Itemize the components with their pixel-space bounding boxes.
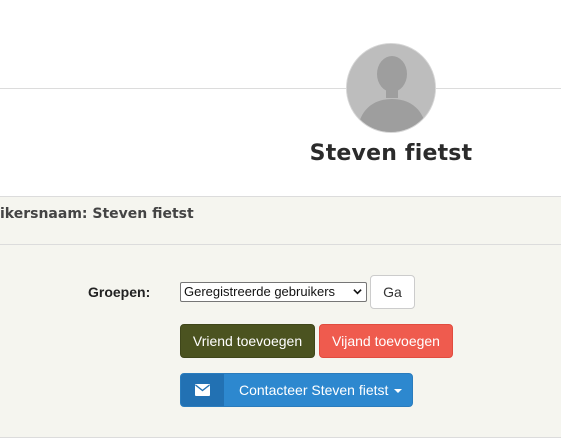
divider bbox=[0, 88, 561, 89]
add-friend-button[interactable]: Vriend toevoegen bbox=[180, 324, 315, 358]
profile-header bbox=[0, 0, 561, 196]
groups-select-value: Geregistreerde gebruikers bbox=[184, 284, 336, 299]
groups-label: Groepen: bbox=[88, 284, 151, 300]
profile-name: Steven fietst bbox=[309, 141, 473, 166]
go-button[interactable]: Ga bbox=[370, 275, 415, 309]
avatar bbox=[346, 43, 436, 133]
contact-user-button[interactable]: Contacteer Steven fietst bbox=[180, 373, 413, 407]
chevron-down-icon bbox=[353, 289, 362, 295]
envelope-icon bbox=[195, 384, 210, 396]
username-value: ikersnaam: Steven fietst bbox=[0, 206, 194, 222]
contact-button-label: Contacteer Steven fietst bbox=[239, 382, 389, 398]
contact-icon-cell bbox=[181, 374, 224, 406]
username-row: ikersnaam: Steven fietst bbox=[0, 197, 561, 245]
username-text: ikersnaam: Steven fietst bbox=[0, 206, 200, 222]
groups-select[interactable]: Geregistreerde gebruikers bbox=[180, 282, 367, 302]
default-user-avatar-icon bbox=[347, 44, 435, 132]
add-foe-button[interactable]: Vijand toevoegen bbox=[319, 324, 453, 358]
caret-down-icon bbox=[394, 389, 402, 393]
divider bbox=[0, 437, 561, 438]
